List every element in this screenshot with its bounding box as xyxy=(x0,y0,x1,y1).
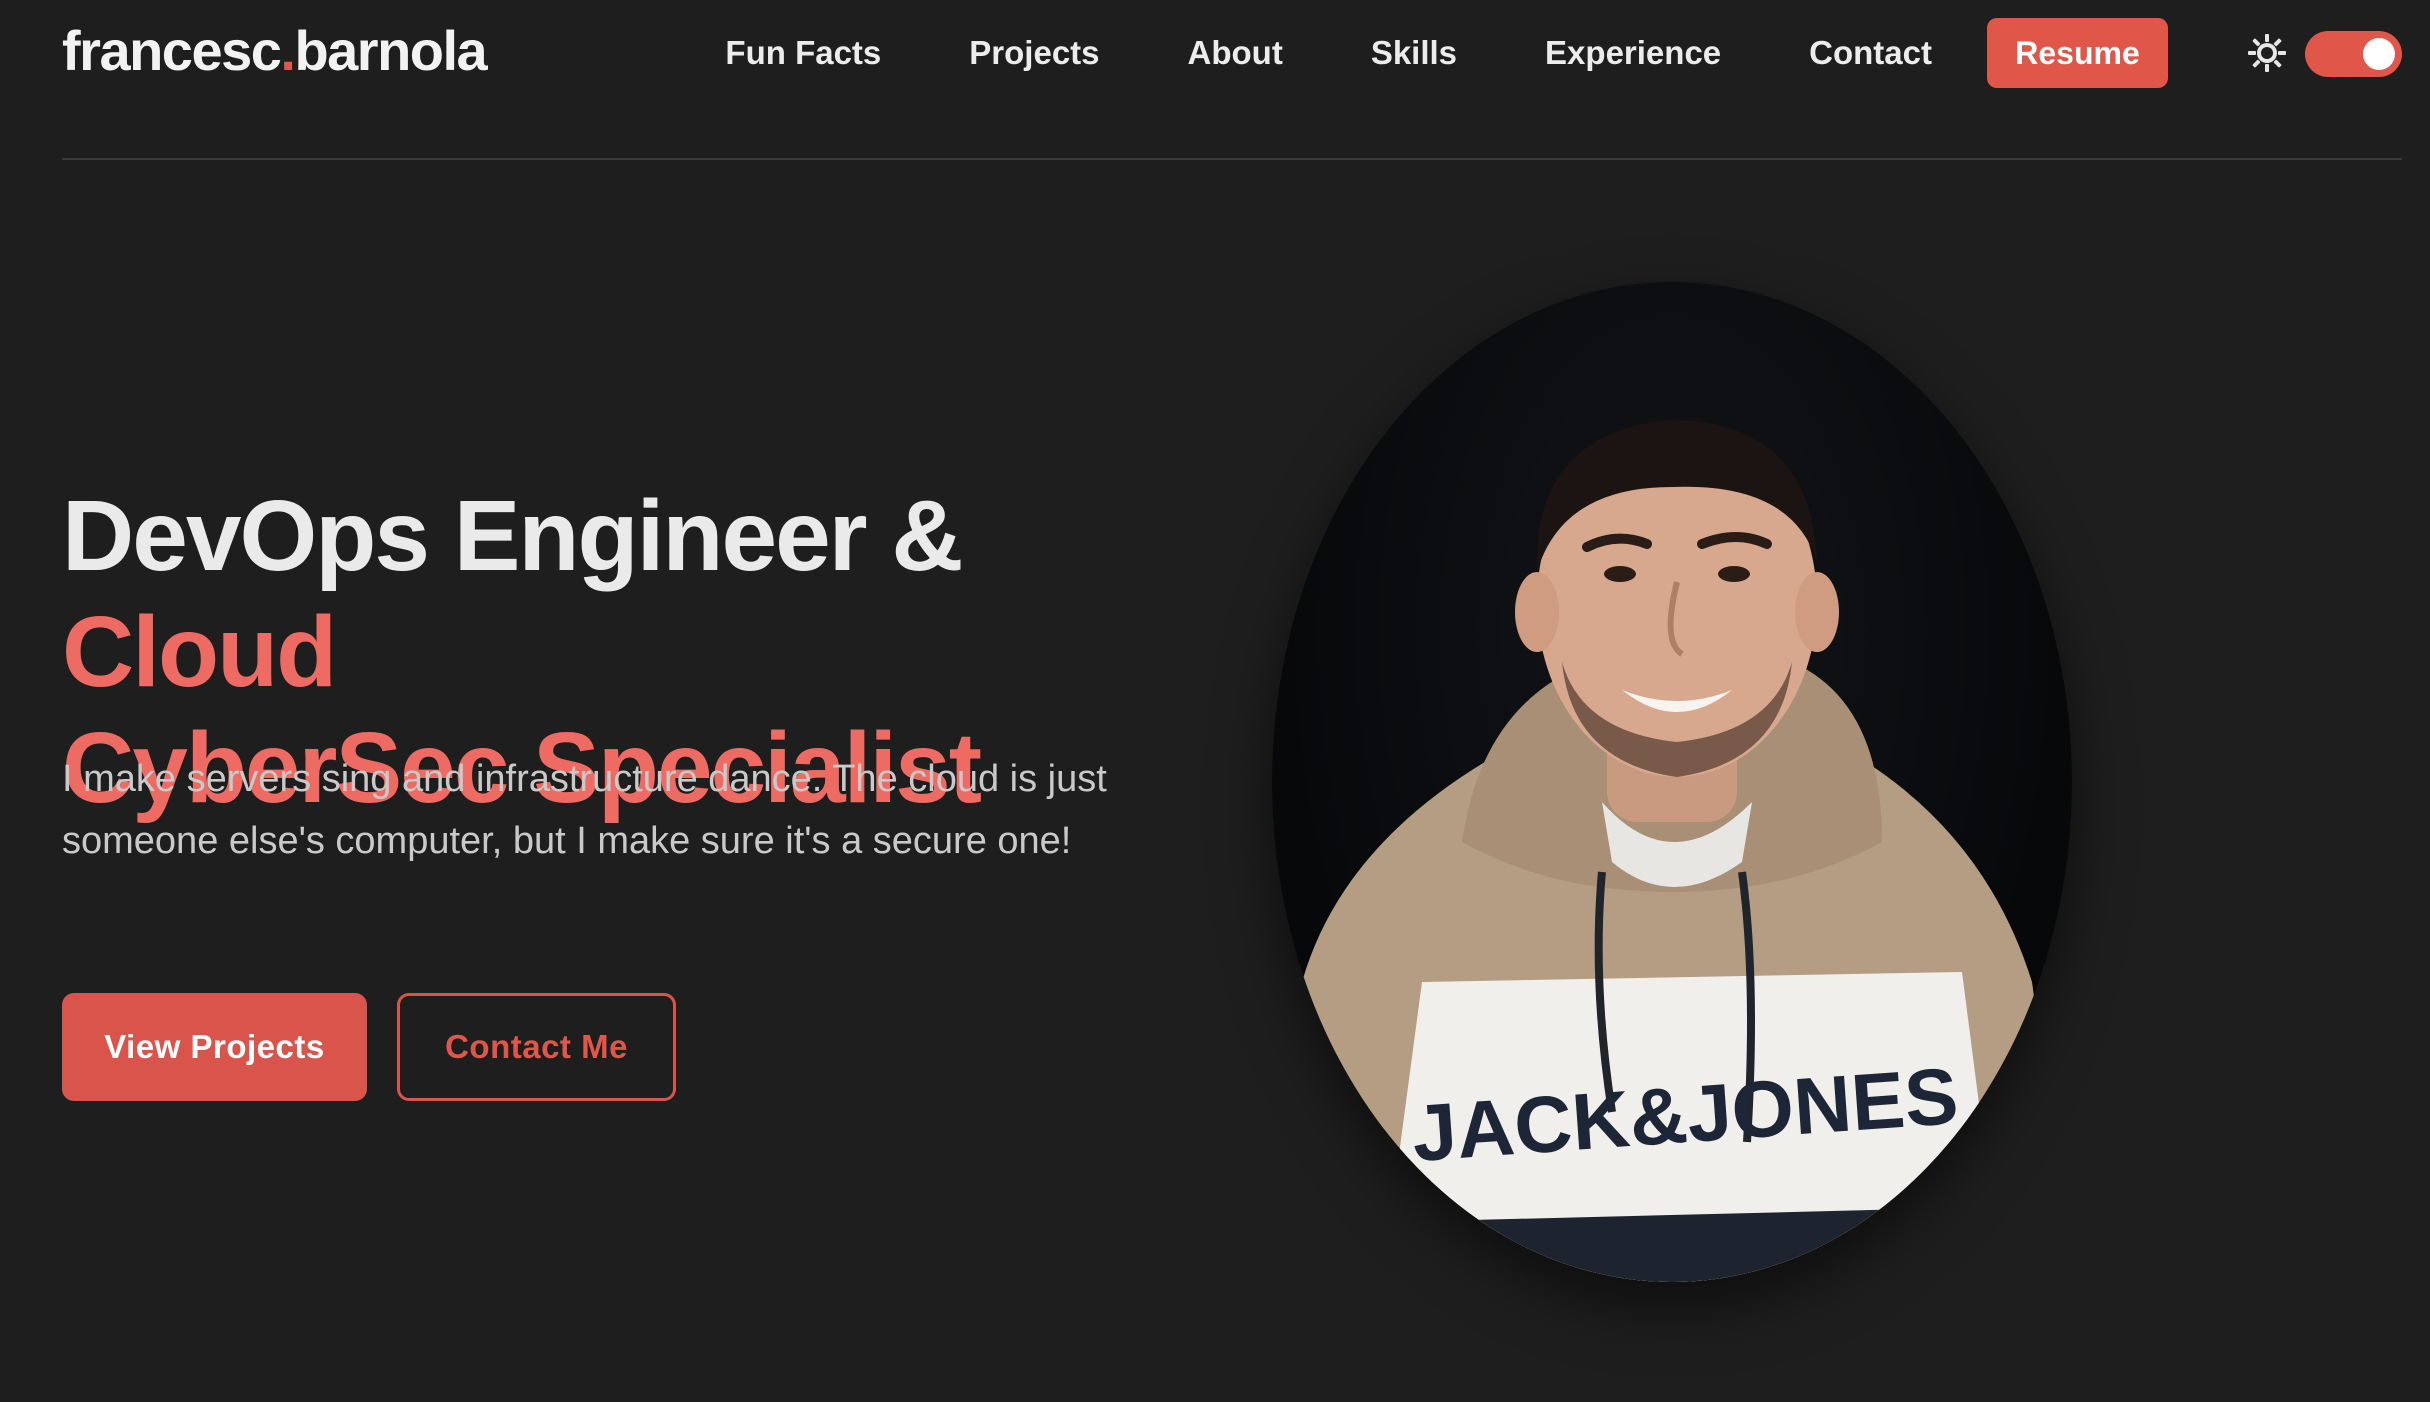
main-nav: Fun Facts Projects About Skills Experien… xyxy=(725,30,1932,76)
hero-title-plain: DevOps Engineer & xyxy=(62,480,964,592)
logo-text-part1: francesc xyxy=(62,19,282,82)
logo-dot: . xyxy=(280,19,296,82)
theme-toggle[interactable] xyxy=(2305,31,2402,77)
logo-text-part2: barnola xyxy=(294,19,487,82)
site-logo[interactable]: francesc.barnola xyxy=(62,18,488,83)
site-header: francesc.barnola Fun Facts Projects Abou… xyxy=(62,0,2402,160)
nav-link-experience[interactable]: Experience xyxy=(1545,34,1721,72)
nav-link-projects[interactable]: Projects xyxy=(969,34,1099,72)
sun-icon[interactable] xyxy=(2245,31,2289,75)
nav-link-skills[interactable]: Skills xyxy=(1371,34,1457,72)
nav-link-fun-facts[interactable]: Fun Facts xyxy=(725,34,881,72)
nav-link-about[interactable]: About xyxy=(1188,34,1283,72)
contact-me-button[interactable]: Contact Me xyxy=(397,993,676,1101)
profile-photo: JACK&JONES xyxy=(1272,282,2072,1282)
hero-title-accent-1: Cloud xyxy=(62,596,337,708)
nav-link-contact[interactable]: Contact xyxy=(1809,34,1932,72)
resume-button[interactable]: Resume xyxy=(1987,18,2168,88)
page: francesc.barnola Fun Facts Projects Abou… xyxy=(0,0,2430,1402)
view-projects-button[interactable]: View Projects xyxy=(62,993,367,1101)
hero-subtitle: I make servers sing and infrastructure d… xyxy=(62,758,1107,862)
toggle-knob xyxy=(2363,38,2395,70)
